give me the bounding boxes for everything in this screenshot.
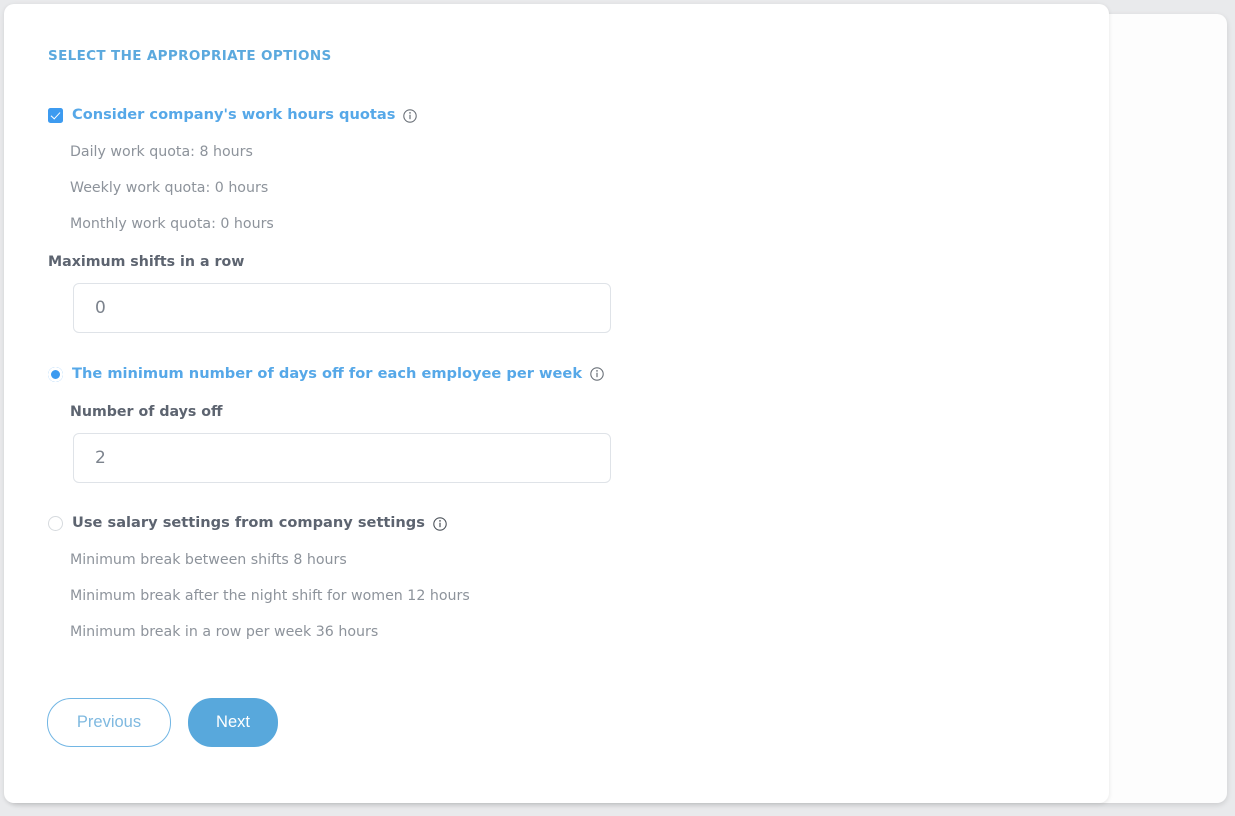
detail-daily-quota: Daily work quota: 8 hours bbox=[70, 144, 253, 160]
checkbox-work-hours-quotas[interactable] bbox=[48, 108, 63, 123]
wizard-button-bar: Previous Next bbox=[47, 640, 1109, 747]
info-icon[interactable] bbox=[590, 367, 604, 382]
label-number-of-days-off: Number of days off bbox=[70, 403, 223, 420]
options-card: Select the appropriate options Consider … bbox=[4, 4, 1109, 803]
option-label-work-hours-quotas: Consider company's work hours quotas bbox=[72, 106, 396, 124]
radio-min-days-off[interactable] bbox=[48, 366, 63, 382]
maximum-shifts-input[interactable] bbox=[73, 282, 611, 333]
info-icon[interactable] bbox=[433, 516, 447, 531]
option-label-salary-settings: Use salary settings from company setting… bbox=[72, 514, 425, 532]
option-label-min-days-off: The minimum number of days off for each … bbox=[72, 365, 583, 383]
page-title: Select the appropriate options bbox=[48, 48, 332, 64]
page-background: Select the appropriate options Consider … bbox=[0, 0, 1235, 816]
detail-min-break-between-shifts: Minimum break between shifts 8 hours bbox=[70, 552, 347, 569]
detail-monthly-quota: Monthly work quota: 0 hours bbox=[70, 216, 274, 233]
card-content: Select the appropriate options Consider … bbox=[4, 4, 1109, 803]
option-min-days-off[interactable]: The minimum number of days off for each … bbox=[48, 333, 1109, 382]
label-maximum-shifts-in-a-row: Maximum shifts in a row bbox=[48, 253, 245, 270]
detail-min-break-row-per-week: Minimum break in a row per week 36 hours bbox=[70, 624, 379, 641]
info-icon[interactable] bbox=[403, 108, 418, 123]
next-button[interactable]: Next bbox=[188, 697, 278, 747]
number-of-days-off-input[interactable] bbox=[73, 433, 611, 484]
previous-button[interactable]: Previous bbox=[47, 697, 171, 747]
detail-min-break-night-shift-women: Minimum break after the night shift for … bbox=[70, 588, 470, 605]
option-salary-settings[interactable]: Use salary settings from company setting… bbox=[48, 483, 1109, 532]
radio-salary-settings[interactable] bbox=[48, 516, 63, 532]
detail-weekly-quota: Weekly work quota: 0 hours bbox=[70, 180, 269, 197]
option-work-hours-quotas[interactable]: Consider company's work hours quotas bbox=[48, 108, 1109, 123]
